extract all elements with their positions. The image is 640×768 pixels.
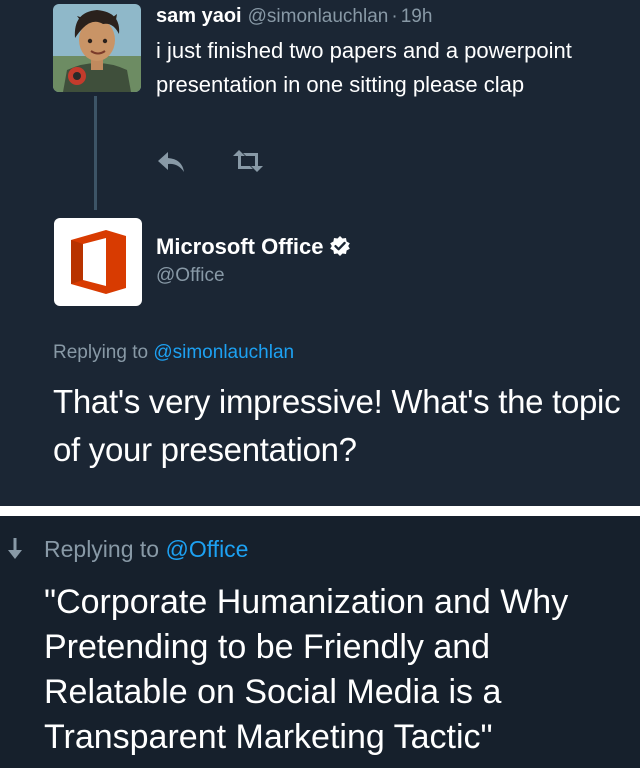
section-divider xyxy=(0,506,640,516)
down-arrow-icon xyxy=(6,536,24,562)
office-user-handle[interactable]: @Office xyxy=(156,263,225,289)
user-name[interactable]: sam yaoi xyxy=(156,5,242,27)
tweet-timestamp[interactable]: 19h xyxy=(401,6,433,27)
office-reply-text: That's very impressive! What's the topic… xyxy=(53,383,621,468)
replying-to-line-2: Replying to @Office xyxy=(44,534,248,564)
response-tweet: Replying to @Office "Corporate Humanizat… xyxy=(0,516,640,768)
user-handle[interactable]: @simonlauchlan xyxy=(248,6,389,27)
tweet-text: i just finished two papers and a powerpo… xyxy=(156,38,572,97)
tweet-header: sam yaoi @simonlauchlan · 19h xyxy=(156,2,626,31)
office-user-name[interactable]: Microsoft Office xyxy=(156,234,323,259)
screenshot-page: sam yaoi @simonlauchlan · 19h i just finish… xyxy=(0,0,640,768)
replying-to-label-2: Replying to xyxy=(44,536,160,562)
replying-to-office-link[interactable]: @Office xyxy=(165,536,248,562)
response-text: "Corporate Humanization and Why Pretendi… xyxy=(44,583,569,756)
retweet-icon[interactable] xyxy=(230,148,266,174)
replying-to-line: Replying to @simonlauchlan xyxy=(53,340,294,366)
office-name-row: Microsoft Office xyxy=(156,232,351,262)
office-logo-icon[interactable] xyxy=(54,218,142,306)
cartoon-avatar-icon[interactable] xyxy=(53,4,141,92)
replying-to-handle-link[interactable]: @simonlauchlan xyxy=(153,342,294,363)
reply-icon[interactable] xyxy=(156,150,188,174)
replying-to-label: Replying to xyxy=(53,342,149,363)
tweet-thread: sam yaoi @simonlauchlan · 19h i just finish… xyxy=(0,0,640,506)
time-separator: · xyxy=(391,6,398,27)
verified-badge-icon xyxy=(329,235,351,257)
thread-connector-line xyxy=(94,96,97,210)
